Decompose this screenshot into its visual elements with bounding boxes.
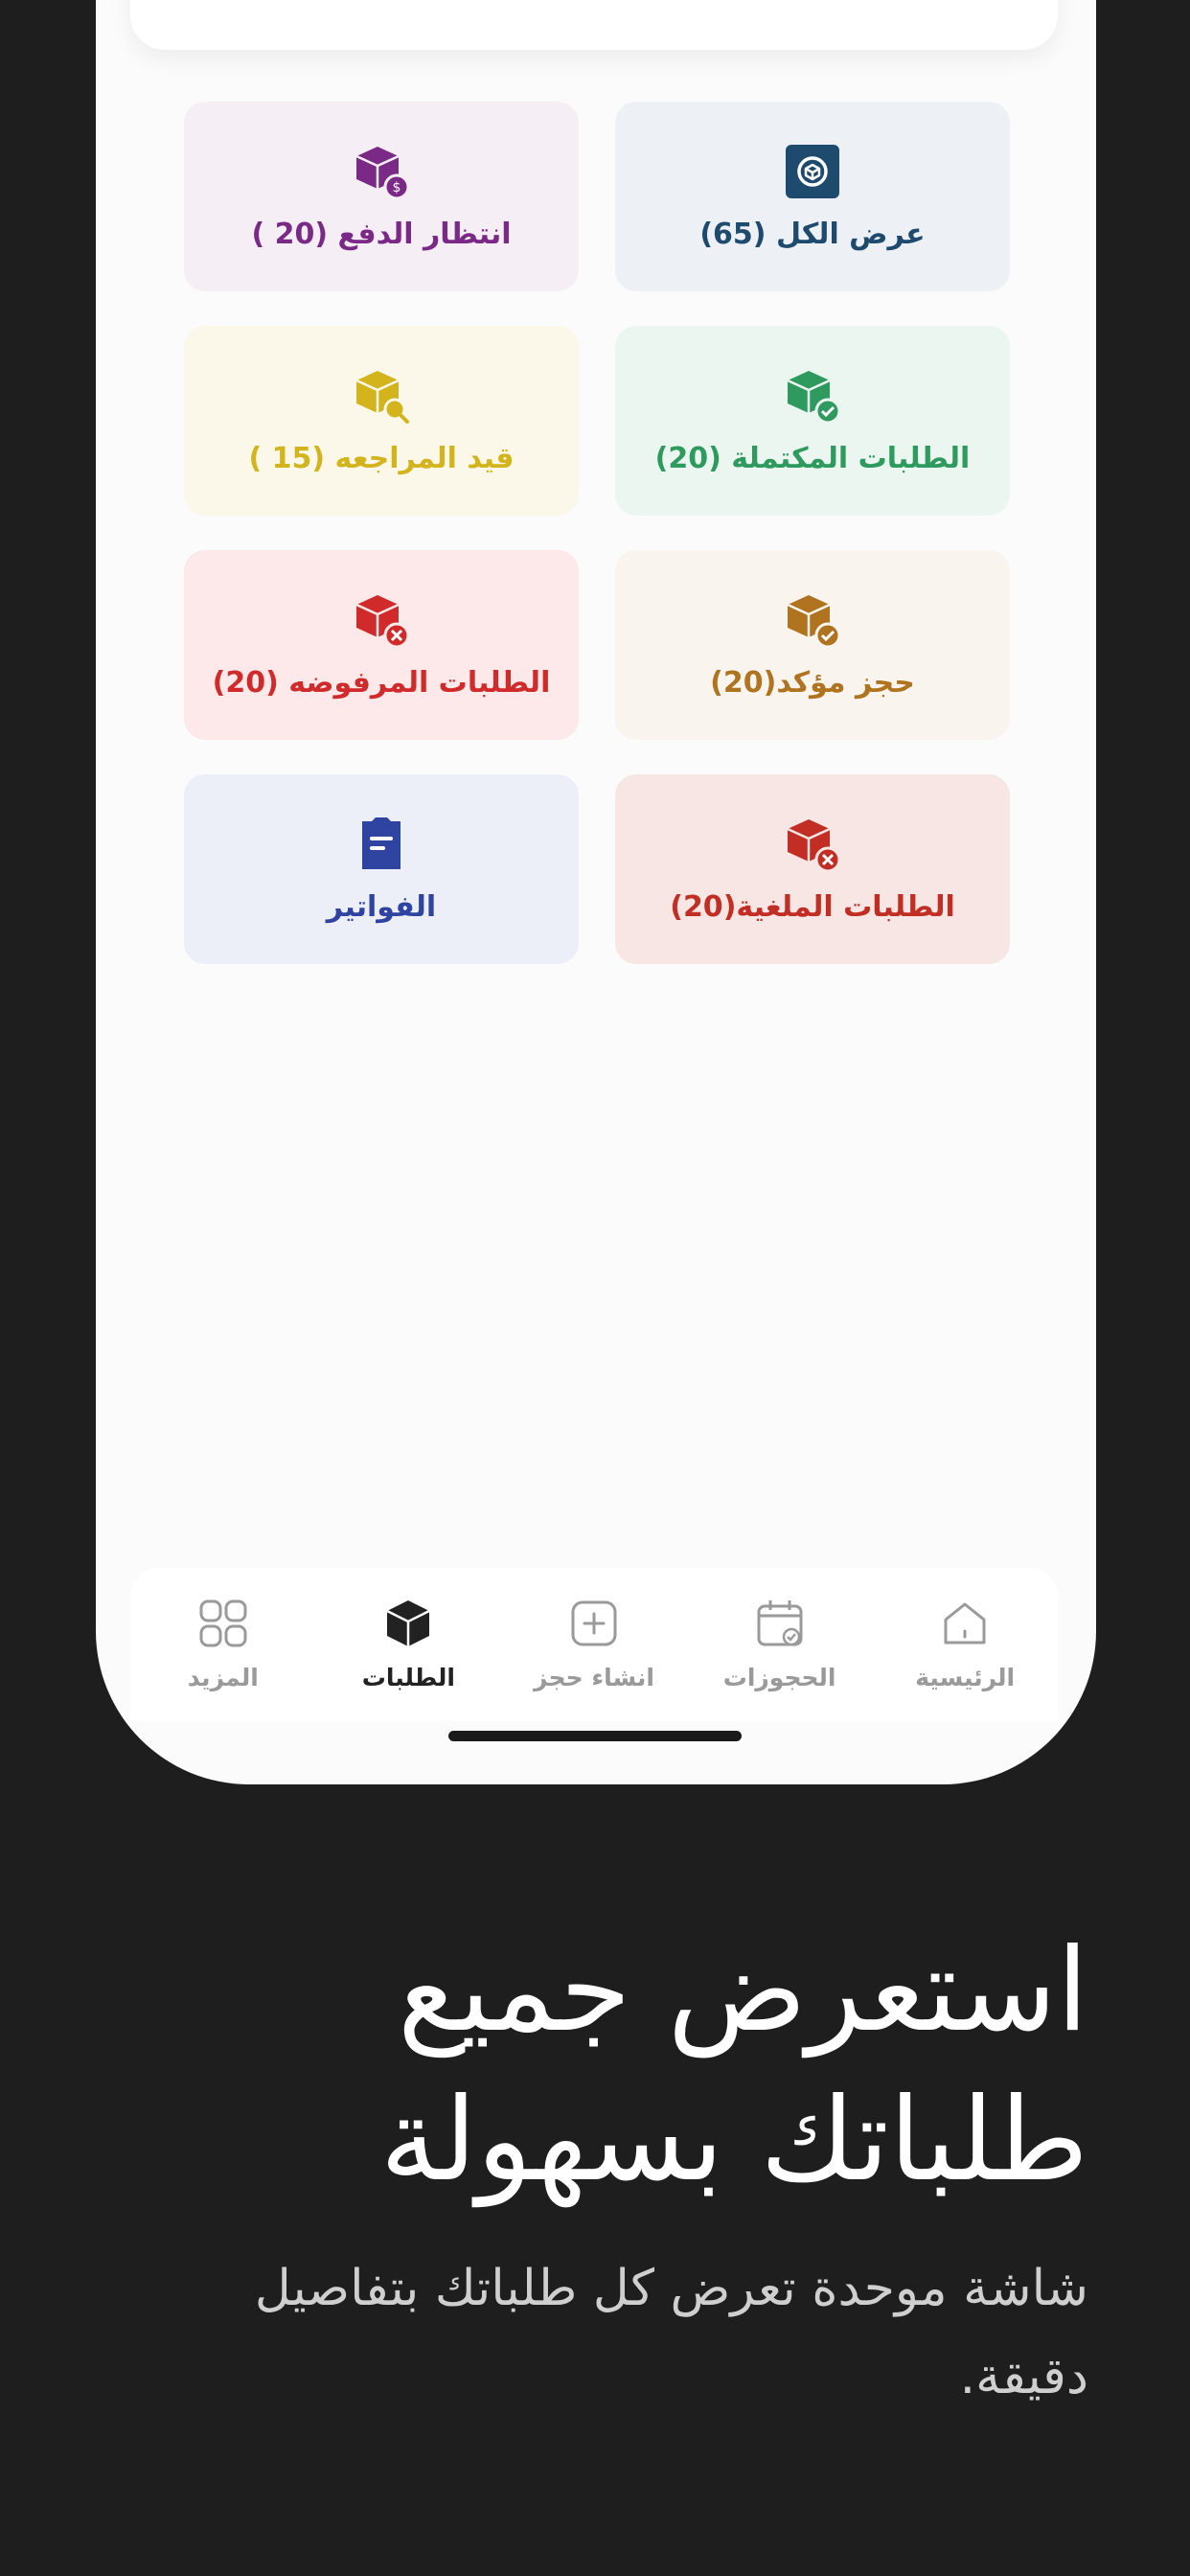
headline-line: طلباتك بسهولة: [379, 2074, 1088, 2207]
orders-filter-grid: عرض الكل (65) $ انتظار الدفع (20 ) الطلب…: [182, 102, 1010, 964]
tile-label: الطلبات المكتملة (20): [654, 441, 971, 475]
nav-item-create-booking[interactable]: انشاء حجز: [508, 1597, 680, 1691]
rejected-orders-icon: [353, 591, 410, 649]
tile-invoices[interactable]: الفواتير: [184, 774, 579, 964]
tile-pending-payment[interactable]: $ انتظار الدفع (20 ): [184, 102, 579, 291]
pending-payment-icon: $: [353, 143, 410, 200]
tile-label: الطلبات الملغية(20): [670, 889, 955, 924]
confirmed-booking-icon: [784, 591, 841, 649]
nav-label: المزيد: [187, 1664, 259, 1691]
bottom-nav: الرئيسية الحجوزات انشاء حجز الطلبات المز…: [130, 1568, 1058, 1721]
nav-label: الرئيسية: [915, 1664, 1016, 1691]
nav-label: الطلبات: [361, 1664, 455, 1691]
box-icon: [386, 1600, 430, 1646]
top-card: [130, 0, 1058, 50]
subtitle-line: دقيقة.: [959, 2348, 1088, 2405]
invoices-icon: [353, 816, 410, 873]
headline-line: استعرض جميع: [397, 1924, 1088, 2058]
subtitle: شاشة موحدة تعرض كل طلباتك بتفاصيل دقيقة.: [130, 2244, 1088, 2421]
completed-orders-icon: [784, 367, 841, 425]
phone-frame: عرض الكل (65) $ انتظار الدفع (20 ) الطلب…: [96, 0, 1096, 1784]
cancelled-orders-icon: [784, 816, 841, 873]
under-review-icon: [353, 367, 410, 425]
tile-confirmed-booking[interactable]: حجز مؤكد(20): [615, 550, 1010, 740]
calendar-icon: [757, 1600, 803, 1646]
tile-label: الفواتير: [326, 889, 437, 924]
home-indicator[interactable]: [448, 1731, 742, 1741]
tile-completed-orders[interactable]: الطلبات المكتملة (20): [615, 326, 1010, 516]
subtitle-line: شاشة موحدة تعرض كل طلباتك بتفاصيل: [254, 2260, 1088, 2317]
nav-label: الحجوزات: [722, 1664, 836, 1691]
view-all-icon: [784, 143, 841, 200]
tile-label: حجز مؤكد(20): [710, 665, 915, 700]
svg-text:$: $: [393, 180, 401, 196]
tile-label: عرض الكل (65): [699, 217, 926, 251]
nav-label: انشاء حجز: [534, 1664, 654, 1691]
tile-rejected-orders[interactable]: الطلبات المرفوضه (20): [184, 550, 579, 740]
add-icon: [571, 1600, 617, 1646]
nav-item-home[interactable]: الرئيسية: [879, 1597, 1051, 1691]
grid-menu-icon: [199, 1599, 247, 1647]
tile-label: قيد المراجعه (15 ): [248, 441, 515, 475]
tile-under-review[interactable]: قيد المراجعه (15 ): [184, 326, 579, 516]
headline: استعرض جميع طلباتك بسهولة: [130, 1917, 1088, 2216]
nav-item-bookings[interactable]: الحجوزات: [694, 1597, 866, 1691]
tile-cancelled-orders[interactable]: الطلبات الملغية(20): [615, 774, 1010, 964]
nav-item-more[interactable]: المزيد: [137, 1597, 309, 1691]
home-icon: [944, 1602, 986, 1644]
tile-label: انتظار الدفع (20 ): [251, 217, 512, 251]
tile-view-all[interactable]: عرض الكل (65): [615, 102, 1010, 291]
nav-item-orders[interactable]: الطلبات: [322, 1597, 494, 1691]
tile-label: الطلبات المرفوضه (20): [212, 665, 551, 700]
